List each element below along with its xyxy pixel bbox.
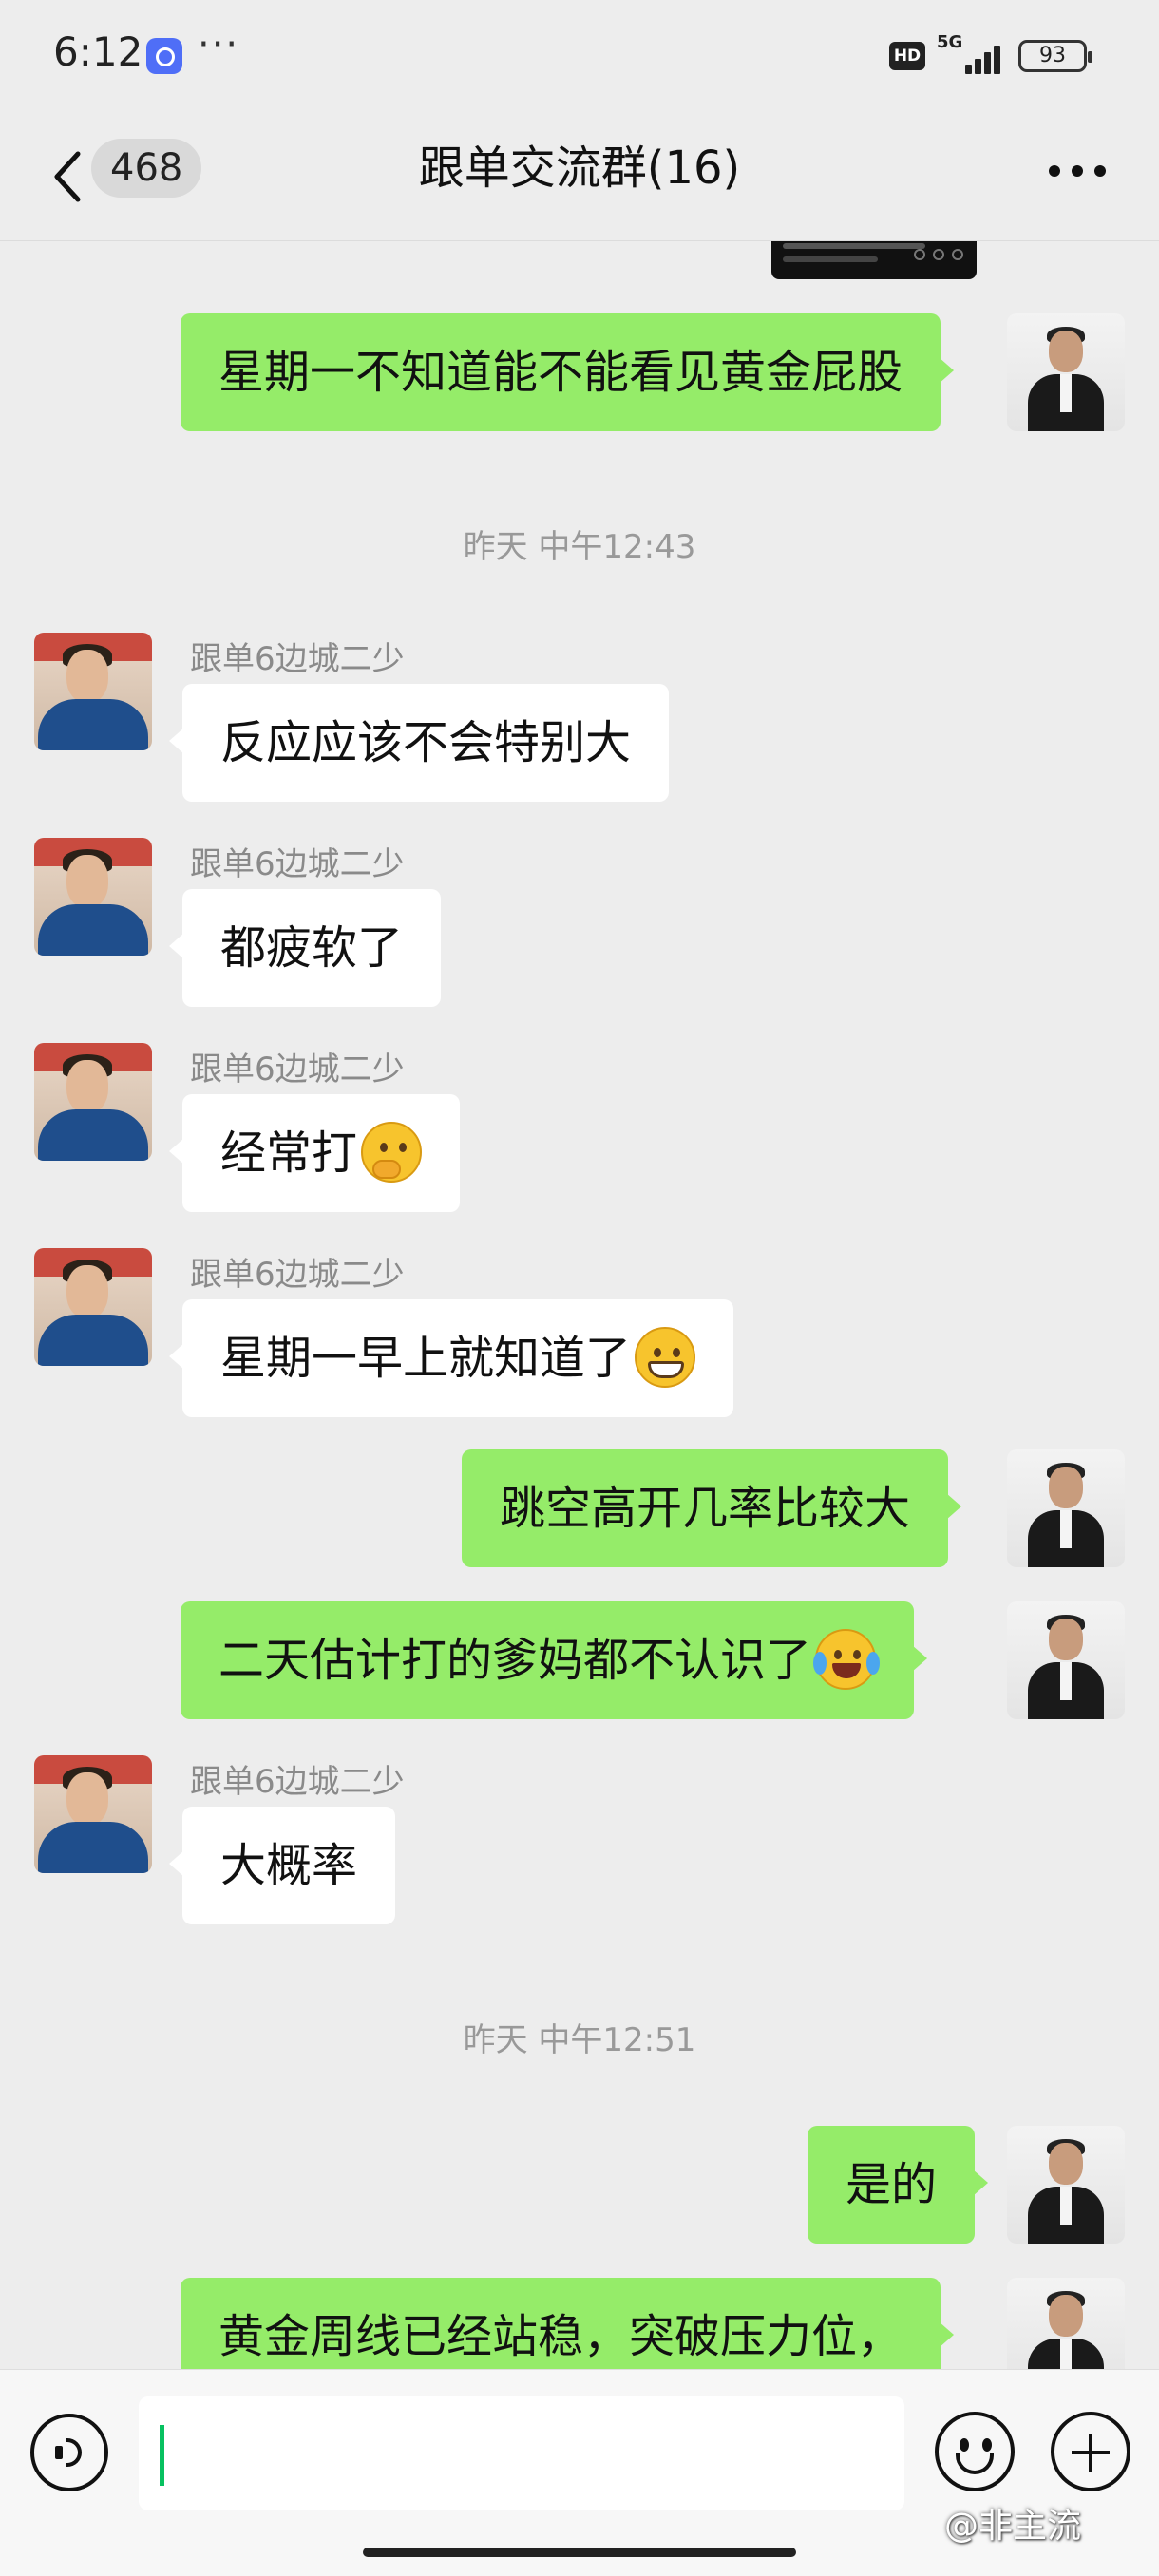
avatar-self[interactable] xyxy=(1007,1449,1125,1567)
sender-name: 跟单6边城二少 xyxy=(190,1763,405,1801)
avatar-self[interactable] xyxy=(1007,1601,1125,1719)
text-cursor xyxy=(160,2425,164,2486)
message-bubble-other[interactable]: 反应应该不会特别大 xyxy=(168,684,670,802)
avatar-self[interactable] xyxy=(1007,2126,1125,2244)
avatar-other[interactable] xyxy=(34,838,152,956)
plus-icon[interactable] xyxy=(1051,2412,1130,2491)
avatar-other[interactable] xyxy=(34,633,152,750)
message-input[interactable] xyxy=(139,2396,904,2510)
avatar-self[interactable] xyxy=(1007,313,1125,431)
voice-icon[interactable] xyxy=(30,2414,108,2491)
watermark: @非主流 xyxy=(944,2507,1082,2546)
home-indicator[interactable] xyxy=(363,2548,796,2557)
sender-name: 跟单6边城二少 xyxy=(190,845,405,883)
message-bubble-other[interactable]: 都疲软了 xyxy=(168,889,442,1007)
timestamp: 昨天 中午12:43 xyxy=(463,528,696,566)
timestamp: 昨天 中午12:51 xyxy=(463,2021,696,2059)
grinning-face-icon xyxy=(635,1327,696,1388)
chat-header: 468 跟单交流群(16) xyxy=(0,112,1159,241)
chat-title: 跟单交流群(16) xyxy=(418,142,741,195)
message-text: 星期一早上就知道了 xyxy=(220,1332,632,1385)
avatar-other[interactable] xyxy=(34,1755,152,1873)
signal-icon: 5G xyxy=(937,32,1003,74)
smiley-icon[interactable] xyxy=(935,2412,1015,2491)
sender-name: 跟单6边城二少 xyxy=(190,640,405,678)
more-notifications-icon: ··· xyxy=(198,23,240,66)
sender-name: 跟单6边城二少 xyxy=(190,1256,405,1294)
sender-name: 跟单6边城二少 xyxy=(190,1051,405,1089)
avatar-other[interactable] xyxy=(34,1248,152,1366)
avatar-other[interactable] xyxy=(34,1043,152,1161)
thinking-face-icon xyxy=(361,1122,423,1183)
avatar-self[interactable] xyxy=(1007,2278,1125,2369)
hd-icon: HD xyxy=(889,42,925,70)
image-message-partial[interactable] xyxy=(771,241,977,279)
message-text: 二天估计打的爹妈都不认识了 xyxy=(218,1634,812,1687)
message-bubble-other[interactable]: 星期一早上就知道了 xyxy=(168,1299,734,1417)
message-text: 经常打 xyxy=(220,1127,358,1180)
message-bubble-self[interactable]: 二天估计打的爹妈都不认识了 xyxy=(180,1601,928,1719)
status-bar: 6:12 ··· HD 5G 93 xyxy=(0,0,1159,112)
battery-icon: 93 xyxy=(1018,40,1092,72)
message-bubble-other[interactable]: 经常打 xyxy=(168,1094,461,1212)
message-bubble-self[interactable]: 黄金周线已经站稳，突破压力位， xyxy=(180,2278,955,2369)
message-bubble-other[interactable]: 大概率 xyxy=(168,1807,396,1924)
message-list[interactable]: 星期一不知道能不能看见黄金屁股 昨天 中午12:43 跟单6边城二少 反应应该不… xyxy=(0,241,1159,2369)
message-bubble-self[interactable]: 跳空高开几率比较大 xyxy=(462,1449,962,1567)
network-type: 5G xyxy=(937,32,963,52)
status-time: 6:12 xyxy=(53,28,143,75)
laughing-crying-face-icon xyxy=(813,1629,881,1690)
message-bubble-self[interactable]: 星期一不知道能不能看见黄金屁股 xyxy=(180,313,955,431)
more-options-icon[interactable] xyxy=(1049,163,1106,179)
message-bubble-self[interactable]: 是的 xyxy=(808,2126,989,2244)
app-notification-icon xyxy=(146,38,182,74)
